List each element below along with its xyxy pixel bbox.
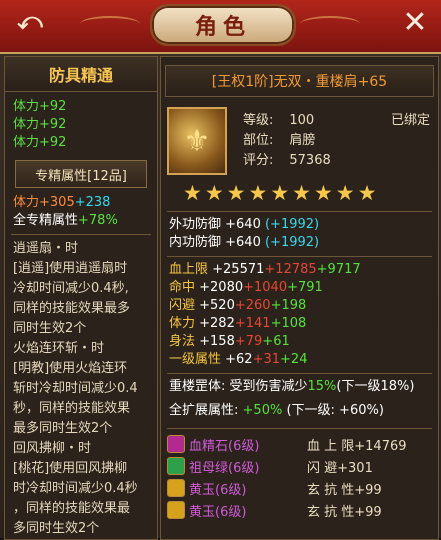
specialization-stat: 体力+305+238 xyxy=(13,195,111,210)
back-button[interactable]: ⤺ xyxy=(8,6,52,36)
set-bonus-line: 全扩展属性: +50% (下一级: +60%) xyxy=(169,403,384,418)
attribute-row: 身法 +158+79+61 xyxy=(169,334,290,349)
gem-icon xyxy=(167,479,185,497)
defense-line: 内功防御 +640 (+1992) xyxy=(169,235,320,250)
gem-stat: 闪 避+301 xyxy=(307,460,373,476)
divider xyxy=(167,256,432,257)
star-icon: ★ xyxy=(183,180,202,205)
star-icon: ★ xyxy=(204,180,224,205)
cloud-ornament-icon xyxy=(300,16,360,32)
gem-stat: 玄 抗 性+99 xyxy=(307,482,382,498)
divider xyxy=(11,234,151,235)
star-icon: ★ xyxy=(292,180,311,205)
game-window: ⤺ 角色 ✕ 防具精通 体力+92 体力+92 体力+92 专精属性[12品] … xyxy=(0,0,441,540)
gem-icon xyxy=(167,457,185,475)
gem-stat: 玄 抗 性+99 xyxy=(307,504,382,520)
page-title: 角色 xyxy=(194,14,251,40)
shoulder-armor-icon[interactable]: ⚜ xyxy=(167,107,227,175)
attribute-row: 闪避 +520+260+198 xyxy=(169,298,307,313)
gem-name: 黄玉(6级) xyxy=(189,504,247,520)
attribute-list: 血上限 +25571+12785+9717 命中 +2080+1040+791 闪避… xyxy=(161,261,438,369)
back-arrow-icon: ⤺ xyxy=(17,7,43,35)
star-icon: ★ xyxy=(357,180,377,205)
attribute-row: 命中 +2080+1040+791 xyxy=(169,280,323,295)
gem-stat: 血 上 限+14769 xyxy=(307,438,407,454)
divider xyxy=(167,428,432,429)
star-rating: ★ ★ ★ ★ ★ ★ ★ ★ ★ xyxy=(161,179,438,207)
gem-list: 血精石(6级) 血 上 限+14769 祖母绿(6级) 闪 避+301 黄玉(6级) 玄 … xyxy=(161,433,438,521)
title-plate: 角色 xyxy=(150,4,296,46)
star-icon: ★ xyxy=(313,180,333,205)
mastery-stat-line: 体力+92 xyxy=(13,117,67,132)
mastery-stat-line: 体力+92 xyxy=(13,135,67,150)
title-bar: ⤺ 角色 ✕ xyxy=(0,0,441,54)
attribute-row: 血上限 +25571+12785+9717 xyxy=(169,262,361,277)
gem-row[interactable]: 祖母绿(6级) 闪 避+301 xyxy=(161,455,438,477)
mastery-stat-line: 体力+92 xyxy=(13,99,67,114)
star-icon: ★ xyxy=(226,180,246,205)
attribute-row: 体力 +282+141+108 xyxy=(169,316,307,331)
item-summary: ⚜ 等级: 100 已绑定 部位: 肩膀 评分: 57368 xyxy=(161,99,438,179)
star-icon: ★ xyxy=(270,180,290,205)
gem-icon xyxy=(167,435,185,453)
mastery-panel: 防具精通 体力+92 体力+92 体力+92 专精属性[12品] 体力+305+… xyxy=(4,56,158,540)
divider xyxy=(167,373,432,374)
gem-row[interactable]: 黄玉(6级) 玄 抗 性+99 xyxy=(161,499,438,521)
skill-description: 逍遥扇・时 [逍遥]使用逍遥扇时 冷却时间减少0.4秒, 同样的技能效果最多 同… xyxy=(13,241,138,536)
set-bonus-line: 重楼罡体: 受到伤害减少15%(下一级18%) xyxy=(169,379,415,394)
item-slot: 部位: 肩膀 xyxy=(243,133,316,148)
gem-row[interactable]: 黄玉(6级) 玄 抗 性+99 xyxy=(161,477,438,499)
item-level: 等级: 100 xyxy=(243,113,315,128)
cloud-ornament-icon xyxy=(80,16,140,32)
gem-icon xyxy=(167,501,185,519)
item-detail-panel: [王权1阶]无双・重楼肩+65 ⚜ 等级: 100 已绑定 部位: 肩膀 评分: 57… xyxy=(160,56,439,540)
bound-status: 已绑定 xyxy=(390,113,430,128)
defense-line: 外功防御 +640 (+1992) xyxy=(169,217,320,232)
mastery-title: 防具精通 xyxy=(5,57,157,92)
gem-name: 黄玉(6级) xyxy=(189,482,247,498)
attribute-row: 一级属性 +62+31+24 xyxy=(169,352,308,367)
item-score: 评分: 57368 xyxy=(243,153,331,168)
star-icon: ★ xyxy=(248,180,268,205)
close-button[interactable]: ✕ xyxy=(397,4,433,40)
specialization-stat: 全专精属性+78% xyxy=(13,213,118,228)
gem-row[interactable]: 血精石(6级) 血 上 限+14769 xyxy=(161,433,438,455)
close-icon: ✕ xyxy=(402,4,428,40)
gem-name: 血精石(6级) xyxy=(189,438,260,454)
divider xyxy=(167,211,432,212)
gem-name: 祖母绿(6级) xyxy=(189,460,260,476)
star-icon: ★ xyxy=(335,180,355,205)
item-name: [王权1阶]无双・重楼肩+65 xyxy=(165,65,434,97)
specialization-header: 专精属性[12品] xyxy=(15,160,147,188)
